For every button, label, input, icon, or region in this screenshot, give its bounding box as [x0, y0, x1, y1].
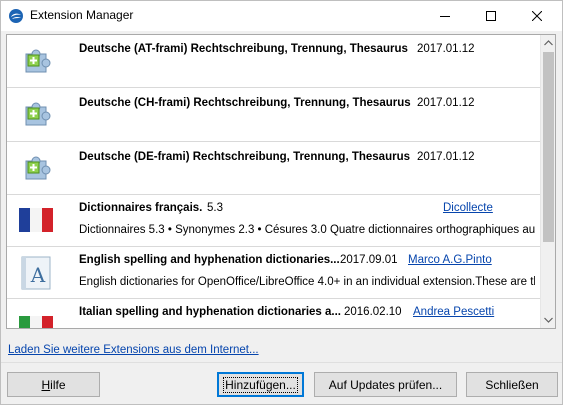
extension-manager-window: Extension Manager Deutsche (AT-frami) Re… — [0, 0, 563, 405]
check-updates-button-label: Auf Updates prüfen... — [328, 377, 443, 392]
publisher-link[interactable]: Marco A.G.Pinto — [408, 254, 492, 266]
letter-a-icon: A — [19, 256, 53, 290]
scrollbar-thumb[interactable] — [543, 52, 554, 242]
french-flag-icon — [19, 208, 53, 242]
extension-row[interactable]: Deutsche (AT-frami) Rechtschreibung, Tre… — [7, 35, 540, 88]
publisher-link[interactable]: Dicollecte — [443, 202, 493, 214]
extension-name: Deutsche (DE-frami) Rechtschreibung, Tre… — [79, 151, 410, 163]
svg-text:A: A — [30, 263, 46, 287]
title-bar: Extension Manager — [1, 1, 562, 31]
scroll-down-button[interactable] — [541, 312, 555, 328]
add-button[interactable]: Hinzufügen... — [217, 372, 304, 397]
minimize-icon — [440, 16, 450, 17]
extension-rows: Deutsche (AT-frami) Rechtschreibung, Tre… — [7, 35, 540, 328]
extension-version: 2017.01.12 — [417, 151, 475, 163]
extension-description: Dictionnaires 5.3 • Synonymes 2.3 • Césu… — [79, 224, 535, 236]
check-updates-button[interactable]: Auf Updates prüfen... — [314, 372, 457, 397]
extension-name: Deutsche (AT-frami) Rechtschreibung, Tre… — [79, 43, 408, 55]
scroll-up-button[interactable] — [541, 35, 555, 51]
extension-description: English dictionaries for OpenOffice/Libr… — [79, 276, 535, 288]
puzzle-icon — [19, 45, 53, 79]
close-button-label: Schließen — [485, 377, 539, 392]
publisher-link[interactable]: Andrea Pescetti — [413, 306, 494, 318]
extension-name: Dictionnaires français. — [79, 202, 203, 214]
get-more-extensions-link[interactable]: Laden Sie weitere Extensions aus dem Int… — [8, 344, 259, 356]
extension-list[interactable]: Deutsche (AT-frami) Rechtschreibung, Tre… — [6, 34, 556, 329]
extension-row[interactable]: Italian spelling and hyphenation diction… — [7, 299, 540, 328]
vertical-scrollbar[interactable] — [540, 35, 555, 328]
maximize-button[interactable] — [468, 1, 514, 31]
chevron-up-icon — [544, 40, 553, 46]
extension-version: 2017.01.12 — [417, 43, 475, 55]
extension-version: 2017.01.12 — [417, 97, 475, 109]
puzzle-icon — [19, 98, 53, 132]
add-button-label: Hinzufügen... — [223, 376, 298, 393]
libreoffice-app-icon — [8, 8, 24, 24]
window-title: Extension Manager — [30, 8, 134, 22]
help-button[interactable]: Hilfe — [7, 372, 100, 397]
italian-flag-icon — [19, 316, 53, 328]
extension-version: 2017.09.01 — [340, 254, 398, 266]
separator — [1, 362, 562, 363]
extension-row[interactable]: Deutsche (CH-frami) Rechtschreibung, Tre… — [7, 88, 540, 142]
help-button-label: Hilfe — [41, 377, 66, 392]
extension-name: Italian spelling and hyphenation diction… — [79, 306, 341, 318]
close-window-button[interactable] — [514, 1, 560, 31]
extension-row[interactable]: Dictionnaires français. 5.3 Dicollecte D… — [7, 195, 540, 247]
maximize-icon — [486, 11, 496, 21]
close-icon — [532, 11, 542, 21]
extension-version: 2016.02.10 — [344, 306, 402, 318]
puzzle-icon — [19, 152, 53, 186]
extension-name: English spelling and hyphenation diction… — [79, 254, 340, 266]
extension-version: 5.3 — [207, 202, 223, 214]
close-button[interactable]: Schließen — [466, 372, 558, 397]
chevron-down-icon — [544, 317, 553, 323]
minimize-button[interactable] — [422, 1, 468, 31]
extension-row[interactable]: A English spelling and hyphenation dicti… — [7, 247, 540, 299]
extension-row[interactable]: Deutsche (DE-frami) Rechtschreibung, Tre… — [7, 142, 540, 195]
extension-name: Deutsche (CH-frami) Rechtschreibung, Tre… — [79, 97, 411, 109]
